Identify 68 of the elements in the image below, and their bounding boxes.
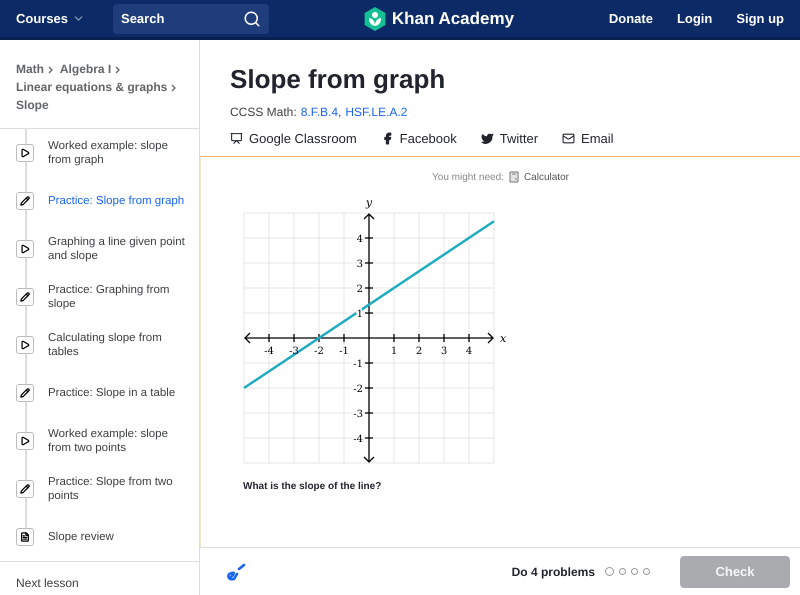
- tick-label: -4: [264, 346, 274, 357]
- standard-link[interactable]: 8.F.B.4: [300, 105, 338, 119]
- lesson-item[interactable]: Calculating slope from tables: [0, 321, 199, 369]
- play-icon: [20, 148, 30, 158]
- calculator-link[interactable]: Calculator: [524, 172, 569, 182]
- chevron-icon: [171, 84, 176, 92]
- search-icon: [243, 10, 262, 28]
- tick-label: 4: [466, 346, 472, 357]
- axis-label: y: [366, 196, 372, 209]
- scratchpad-icon: [226, 562, 246, 582]
- breadcrumb-link[interactable]: Algebra I: [60, 62, 112, 76]
- breadcrumb-link[interactable]: Linear equations & graphs: [16, 80, 168, 94]
- pencil-icon: [20, 292, 30, 302]
- tick-label: 3: [440, 346, 448, 357]
- tick-label: -2: [314, 346, 324, 357]
- pencil-icon: [20, 196, 30, 206]
- lesson-item[interactable]: Practice: Graphing from slope: [0, 273, 199, 321]
- pencil-icon: [20, 388, 30, 398]
- share-link[interactable]: Facebook: [380, 131, 457, 146]
- goal-text: Do 4 problems: [512, 564, 595, 578]
- twitter-icon: [480, 132, 494, 145]
- tick-label: -1: [339, 346, 349, 357]
- tick-label: 2: [356, 284, 363, 295]
- axis-label: x: [500, 332, 506, 345]
- leaf-logo-icon: [364, 6, 386, 30]
- classroom-icon: [230, 132, 243, 145]
- tick-label: 4: [356, 234, 363, 245]
- tick-label: 1: [390, 346, 398, 357]
- header-link[interactable]: Sign up: [736, 11, 784, 26]
- lesson-item[interactable]: Worked example: slope from graph: [0, 129, 199, 177]
- hint-text: You might need:: [432, 172, 504, 182]
- tick-label: -2: [353, 384, 363, 395]
- breadcrumb-link[interactable]: Slope: [16, 98, 49, 112]
- tick-label: 1: [356, 309, 363, 320]
- chevron-icon: [48, 66, 53, 74]
- chevron-icon: [115, 66, 120, 74]
- lesson-item[interactable]: Slope review: [0, 513, 199, 561]
- question-text: What is the slope of the line?: [243, 481, 382, 492]
- comma: ,: [338, 105, 342, 119]
- courses-menu[interactable]: Courses: [16, 11, 86, 26]
- share-link[interactable]: Twitter: [480, 131, 538, 146]
- lesson-item[interactable]: Practice: Slope from two points: [0, 465, 199, 513]
- lesson-item[interactable]: Practice: Slope in a table: [0, 369, 199, 417]
- header-link[interactable]: Donate: [608, 11, 653, 26]
- header-link[interactable]: Login: [676, 11, 712, 26]
- standard-link[interactable]: HSF.LE.A.2: [345, 105, 408, 119]
- calculator-icon: [508, 171, 520, 183]
- document-icon: [20, 532, 30, 542]
- tick-label: -1: [353, 359, 363, 370]
- play-icon: [20, 340, 30, 350]
- page-title: Slope from graph: [230, 64, 446, 95]
- tick-label: 2: [416, 346, 422, 357]
- share-link[interactable]: Google Classroom: [230, 131, 357, 146]
- standards-label: CCSS Math:: [230, 105, 297, 119]
- play-icon: [20, 436, 30, 446]
- site-logo: Khan Academy: [392, 8, 514, 28]
- tick-label: -4: [353, 434, 363, 445]
- tick-label: 3: [356, 259, 363, 270]
- pencil-icon: [20, 484, 30, 494]
- play-icon: [20, 244, 30, 254]
- lesson-item[interactable]: Graphing a line given point and slope: [0, 225, 199, 273]
- share-link[interactable]: Email: [562, 131, 614, 146]
- breadcrumb-link[interactable]: Math: [16, 62, 44, 76]
- tick-label: -3: [353, 409, 363, 420]
- next-lesson-link[interactable]: Next lesson: [0, 561, 199, 595]
- lesson-item[interactable]: Worked example: slope from two points: [0, 417, 199, 465]
- email-icon: [562, 132, 576, 145]
- search-field[interactable]: Search: [113, 4, 270, 34]
